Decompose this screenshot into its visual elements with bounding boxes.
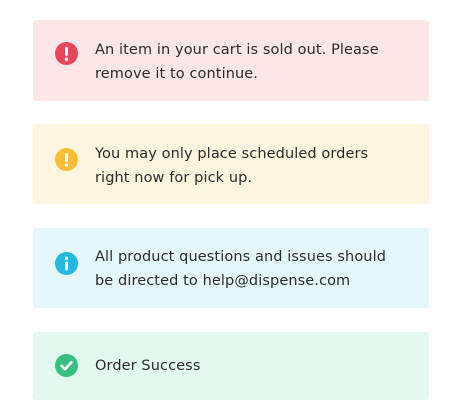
warning-alert-message: You may only place scheduled orders righ… (95, 146, 369, 186)
info-icon (55, 252, 78, 275)
success-alert-message: Order Success (95, 358, 201, 374)
info-alert: All product questions and issues should … (33, 228, 429, 308)
exclamation-icon (55, 148, 78, 171)
error-alert: An item in your cart is sold out. Please… (33, 20, 429, 101)
exclamation-icon (55, 42, 78, 65)
error-alert-message: An item in your cart is sold out. Please… (95, 42, 379, 82)
checkmark-icon (55, 354, 78, 377)
success-alert: Order Success (33, 332, 429, 400)
warning-alert: You may only place scheduled orders righ… (33, 124, 429, 204)
info-alert-message: All product questions and issues should … (95, 249, 387, 289)
